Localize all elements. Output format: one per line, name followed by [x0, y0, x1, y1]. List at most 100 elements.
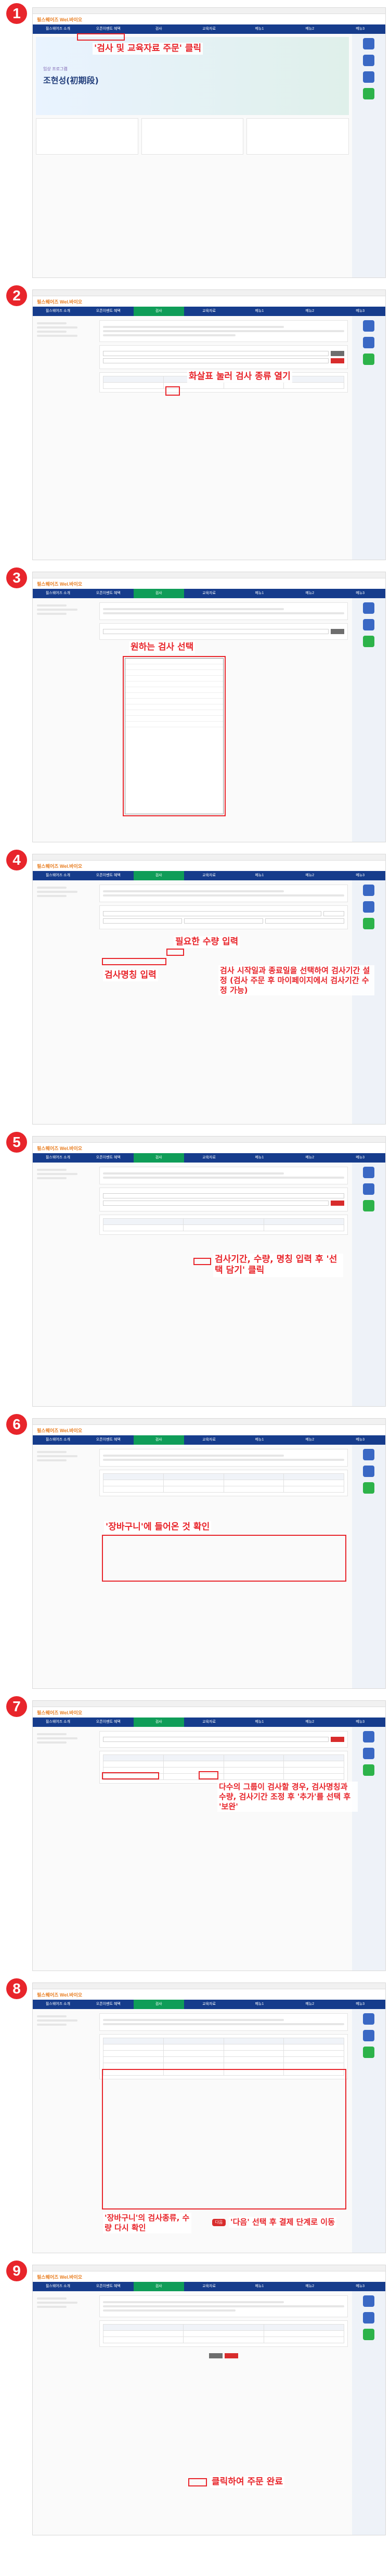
nav-item-2[interactable]: 오픈이벤트 혜택 — [83, 871, 134, 880]
site-logo[interactable]: 필스웨어즈 Wel.바이오 — [37, 1427, 82, 1434]
nav-item-2[interactable]: 오픈이벤트 혜택 — [83, 2282, 134, 2291]
test-type-select[interactable] — [103, 351, 329, 356]
nav-item-3[interactable]: 검사 — [133, 2282, 184, 2291]
nav-item-6[interactable]: 메뉴2 — [284, 1435, 335, 1445]
nav-item-7[interactable]: 메뉴3 — [335, 1153, 385, 1163]
info-card[interactable] — [246, 118, 349, 155]
quick-menu-icon[interactable] — [363, 918, 374, 929]
nav-item-3[interactable]: 검사 — [133, 589, 184, 598]
quick-menu-icon[interactable] — [363, 337, 374, 348]
quick-menu-icon[interactable] — [363, 55, 374, 66]
nav-item-4[interactable]: 교육자료 — [184, 2000, 235, 2009]
test-name-input[interactable] — [103, 358, 329, 363]
nav-item-7[interactable]: 메뉴3 — [335, 1718, 385, 1727]
quick-menu-icon[interactable] — [363, 619, 374, 630]
quick-menu-icon[interactable] — [363, 2013, 374, 2025]
next-button[interactable]: 다음 — [212, 2219, 226, 2226]
quick-menu-icon[interactable] — [363, 602, 374, 614]
nav-item-7[interactable]: 메뉴3 — [335, 589, 385, 598]
nav-item-4[interactable]: 교육자료 — [184, 871, 235, 880]
quick-menu-icon[interactable] — [363, 353, 374, 365]
nav-item-5[interactable]: 메뉴1 — [234, 1153, 284, 1163]
nav-item-3[interactable]: 검사 — [133, 1435, 184, 1445]
nav-item-1[interactable]: 필스웨어즈 소개 — [33, 307, 83, 316]
quick-menu-icon[interactable] — [363, 1466, 374, 1477]
info-card[interactable] — [36, 118, 138, 155]
quick-menu-icon[interactable] — [363, 2047, 374, 2058]
nav-item-5[interactable]: 메뉴1 — [234, 2282, 284, 2291]
test-type-select[interactable] — [103, 629, 329, 634]
test-name-input[interactable] — [103, 1201, 329, 1206]
nav-item-1[interactable]: 필스웨어즈 소개 — [33, 589, 83, 598]
nav-item-7[interactable]: 메뉴3 — [335, 307, 385, 316]
nav-item-6[interactable]: 메뉴2 — [284, 871, 335, 880]
nav-item-7[interactable]: 메뉴3 — [335, 2000, 385, 2009]
quick-menu-icon[interactable] — [363, 636, 374, 647]
nav-item-6[interactable]: 메뉴2 — [284, 1718, 335, 1727]
dropdown-arrow-icon[interactable] — [331, 629, 344, 634]
nav-item-1[interactable]: 필스웨어즈 소개 — [33, 1153, 83, 1163]
test-type-select[interactable] — [103, 1193, 344, 1198]
nav-item-4[interactable]: 교육자료 — [184, 24, 235, 34]
info-card[interactable] — [141, 118, 244, 155]
nav-item-2[interactable]: 오픈이벤트 혜택 — [83, 1153, 134, 1163]
quick-menu-icon[interactable] — [363, 1748, 374, 1759]
test-name-input[interactable] — [103, 1737, 329, 1742]
nav-item-7[interactable]: 메뉴3 — [335, 871, 385, 880]
quick-menu-icon[interactable] — [363, 1482, 374, 1494]
quick-menu-icon[interactable] — [363, 1167, 374, 1178]
nav-item-6[interactable]: 메뉴2 — [284, 589, 335, 598]
nav-item-6[interactable]: 메뉴2 — [284, 307, 335, 316]
nav-item-2[interactable]: 오픈이벤트 혜택 — [83, 24, 134, 34]
nav-item-5[interactable]: 메뉴1 — [234, 1718, 284, 1727]
site-logo[interactable]: 필스웨어즈 Wel.바이오 — [37, 1991, 82, 1998]
site-logo[interactable]: 필스웨어즈 Wel.바이오 — [37, 580, 82, 587]
add-button[interactable] — [331, 358, 344, 363]
nav-item-2[interactable]: 오픈이벤트 혜택 — [83, 1718, 134, 1727]
quick-menu-icon[interactable] — [363, 2312, 374, 2324]
quick-menu-icon[interactable] — [363, 2295, 374, 2307]
nav-item-3[interactable]: 검사 — [134, 24, 184, 34]
nav-item-2[interactable]: 오픈이벤트 혜택 — [83, 589, 134, 598]
add-to-cart-button[interactable] — [331, 1201, 344, 1206]
nav-item-4[interactable]: 교육자료 — [184, 589, 235, 598]
nav-item-2[interactable]: 오픈이벤트 혜택 — [83, 307, 134, 316]
quick-menu-icon[interactable] — [363, 1449, 374, 1460]
nav-item-5[interactable]: 메뉴1 — [234, 589, 284, 598]
quick-menu-icon[interactable] — [363, 901, 374, 913]
quick-menu-icon[interactable] — [363, 885, 374, 896]
back-button[interactable] — [209, 2353, 223, 2358]
quick-menu-icon[interactable] — [363, 1764, 374, 1776]
nav-item-1[interactable]: 필스웨어즈 소개 — [33, 1435, 83, 1445]
nav-item-4[interactable]: 교육자료 — [184, 1435, 235, 1445]
nav-item-3[interactable]: 검사 — [133, 871, 184, 880]
site-logo[interactable]: 필스웨어즈 Wel.바이오 — [37, 863, 82, 869]
site-logo[interactable]: 필스웨어즈 Wel.바이오 — [37, 16, 82, 23]
nav-item-2[interactable]: 오픈이벤트 혜택 — [83, 1435, 134, 1445]
nav-item-4[interactable]: 교육자료 — [184, 1718, 235, 1727]
nav-item-4[interactable]: 교육자료 — [184, 307, 235, 316]
nav-item-7[interactable]: 메뉴3 — [335, 24, 385, 34]
quick-menu-icon[interactable] — [363, 88, 374, 99]
nav-item-5[interactable]: 메뉴1 — [234, 307, 284, 316]
nav-item-5[interactable]: 메뉴1 — [234, 1435, 284, 1445]
nav-item-1[interactable]: 필스웨어즈 소개 — [33, 24, 83, 34]
nav-item-2[interactable]: 오픈이벤트 혜택 — [83, 2000, 134, 2009]
nav-item-1[interactable]: 필스웨어즈 소개 — [33, 1718, 83, 1727]
nav-item-6[interactable]: 메뉴2 — [284, 24, 335, 34]
quick-menu-icon[interactable] — [363, 1731, 374, 1742]
quick-menu-icon[interactable] — [363, 38, 374, 49]
start-date-input[interactable] — [184, 918, 263, 924]
quick-menu-icon[interactable] — [363, 2329, 374, 2340]
nav-item-1[interactable]: 필스웨어즈 소개 — [33, 2000, 83, 2009]
test-type-select[interactable] — [103, 911, 321, 916]
nav-item-3[interactable]: 검사 — [133, 1153, 184, 1163]
quantity-input[interactable] — [323, 911, 344, 916]
nav-item-5[interactable]: 메뉴1 — [234, 871, 284, 880]
add-button[interactable] — [331, 1737, 344, 1742]
quick-menu-icon[interactable] — [363, 2030, 374, 2041]
nav-item-3[interactable]: 검사 — [133, 1718, 184, 1727]
quick-menu-icon[interactable] — [363, 1200, 374, 1211]
dropdown-arrow-icon[interactable] — [331, 351, 344, 356]
end-date-input[interactable] — [265, 918, 344, 924]
